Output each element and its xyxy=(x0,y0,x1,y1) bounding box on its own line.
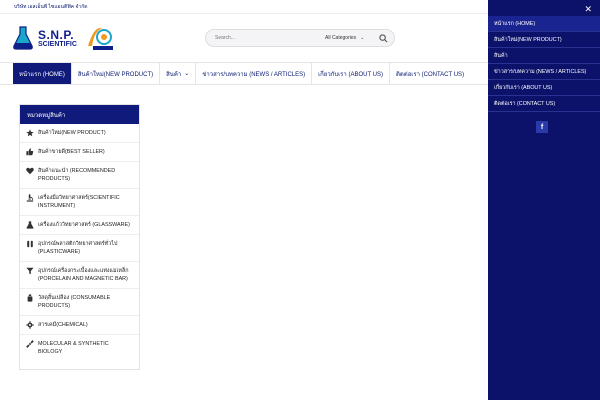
nav-about[interactable]: เกี่ยวกับเรา (ABOUT US) xyxy=(311,63,389,84)
category-item-glassware[interactable]: เครื่องแก้ววิทยาศาสตร์ (GLASSWARE) xyxy=(20,216,139,235)
close-icon[interactable]: ✕ xyxy=(584,4,592,15)
category-select[interactable]: All Categories xyxy=(325,35,356,41)
nav-products-label: สินค้า xyxy=(166,71,182,78)
search-icon[interactable] xyxy=(379,34,388,43)
star-icon xyxy=(26,129,34,137)
category-item-recommended[interactable]: สินค้าแนะนำ (RECOMMENDED PRODUCTS) xyxy=(20,162,139,189)
category-item-plasticware[interactable]: อุปกรณ์พลาสติกวิทยาศาสตร์ทั่วไป (PLASTIC… xyxy=(20,235,139,262)
category-item-porcelain[interactable]: อุปกรณ์เครื่องกระเบื้องและแท่งแม่เหล็ก (… xyxy=(20,262,139,289)
brand-line2: SCIENTIFIC xyxy=(38,40,77,48)
category-title: หมวดหมู่สินค้า xyxy=(20,105,139,124)
category-label: เครื่องมือวิทยาศาสตร์(SCIENTIFIC INSTRUM… xyxy=(38,195,120,209)
drawer-item-contact[interactable]: ติดต่อเรา (CONTACT US) xyxy=(488,96,600,112)
company-name: บริษัท เอสเอ็นพี ไซแอนติฟิค จำกัด xyxy=(14,3,88,10)
category-label: สินค้าขายดี(BEST SELLER) xyxy=(38,149,105,155)
category-item-molecular[interactable]: MOLECULAR & SYNTHETIC BIOLOGY xyxy=(20,335,139,361)
facebook-icon[interactable]: f xyxy=(536,121,548,133)
chevron-down-icon: ⌄ xyxy=(360,35,365,41)
heart-icon xyxy=(26,167,34,175)
page: บริษัท เอสเอ็นพี ไซแอนติฟิค จำกัด S.N.P.… xyxy=(0,0,600,400)
brand-text: S.N.P. SCIENTIFIC xyxy=(38,29,77,48)
nav-contact[interactable]: ติดต่อเรา (CONTACT US) xyxy=(389,63,470,84)
nav-products[interactable]: สินค้า ⌄ xyxy=(159,63,195,84)
category-label: วัสดุสิ้นเปลือง (CONSUMABLE PRODUCTS) xyxy=(38,295,111,309)
category-item-scientific-instrument[interactable]: เครื่องมือวิทยาศาสตร์(SCIENTIFIC INSTRUM… xyxy=(20,189,139,216)
test-tubes-icon xyxy=(27,240,33,248)
mobile-menu-drawer: ✕ หน้าแรก (HOME) สินค้าใหม่(NEW PRODUCT)… xyxy=(488,0,600,400)
anniversary-badge-icon xyxy=(87,27,113,50)
nav-home[interactable]: หน้าแรก (HOME) xyxy=(13,63,71,84)
flask-icon xyxy=(26,221,34,229)
category-label: อุปกรณ์พลาสติกวิทยาศาสตร์ทั่วไป (PLASTIC… xyxy=(38,241,118,255)
category-item-best-seller[interactable]: สินค้าขายดี(BEST SELLER) xyxy=(20,143,139,162)
brand-line1: S.N.P. xyxy=(38,27,75,42)
category-label: เครื่องแก้ววิทยาศาสตร์ (GLASSWARE) xyxy=(38,222,130,228)
dna-icon xyxy=(26,340,34,348)
microscope-icon xyxy=(26,194,34,202)
drawer-item-about[interactable]: เกี่ยวกับเรา (ABOUT US) xyxy=(488,80,600,96)
drawer-item-news[interactable]: ข่าวสาร/บทความ (NEWS / ARTICLES) xyxy=(488,64,600,80)
site-logo[interactable]: S.N.P. SCIENTIFIC xyxy=(12,24,192,52)
nav-new-product[interactable]: สินค้าใหม่(NEW PRODUCT) xyxy=(70,63,159,84)
category-label: MOLECULAR & SYNTHETIC BIOLOGY xyxy=(38,341,109,355)
bottle-icon xyxy=(27,294,33,302)
search-bar: All Categories ⌄ xyxy=(205,29,395,47)
drawer-item-new-product[interactable]: สินค้าใหม่(NEW PRODUCT) xyxy=(488,32,600,48)
search-input[interactable] xyxy=(215,35,315,41)
nav-news[interactable]: ข่าวสาร/บทความ (NEWS / ARTICLES) xyxy=(195,63,311,84)
drawer-item-products[interactable]: สินค้า xyxy=(488,48,600,64)
main-nav: หน้าแรก (HOME) สินค้าใหม่(NEW PRODUCT) ส… xyxy=(0,62,488,85)
drawer-item-home[interactable]: หน้าแรก (HOME) xyxy=(488,16,600,32)
category-sidebar: หมวดหมู่สินค้า สินค้าใหม่(NEW PRODUCT) ส… xyxy=(19,104,140,370)
category-label: สารเคมี(CHEMICAL) xyxy=(38,322,88,328)
category-item-chemical[interactable]: สารเคมี(CHEMICAL) xyxy=(20,316,139,335)
category-item-new-product[interactable]: สินค้าใหม่(NEW PRODUCT) xyxy=(20,124,139,143)
chevron-down-icon: ⌄ xyxy=(184,71,190,77)
category-label: สินค้าแนะนำ (RECOMMENDED PRODUCTS) xyxy=(38,168,116,182)
category-label: สินค้าใหม่(NEW PRODUCT) xyxy=(38,130,106,136)
category-label: อุปกรณ์เครื่องกระเบื้องและแท่งแม่เหล็ก (… xyxy=(38,268,129,282)
funnel-icon xyxy=(26,267,34,275)
category-item-consumable[interactable]: วัสดุสิ้นเปลือง (CONSUMABLE PRODUCTS) xyxy=(20,289,139,316)
gear-icon xyxy=(26,321,34,329)
flask-logo-icon xyxy=(13,26,33,50)
thumbs-up-icon xyxy=(26,148,34,156)
